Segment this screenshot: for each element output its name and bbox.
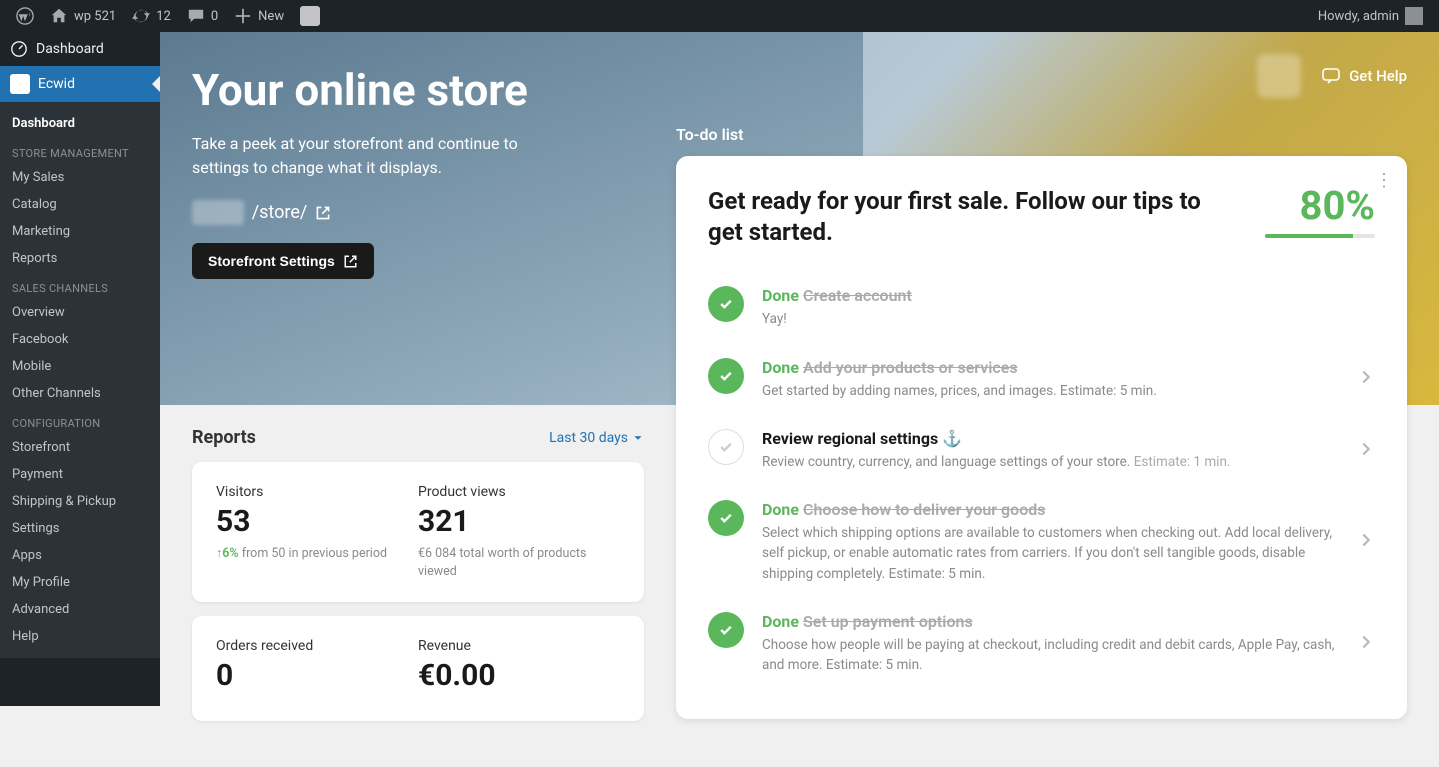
task-row[interactable]: Done Choose how to deliver your goods Sel… bbox=[708, 486, 1375, 598]
task-description: Select which shipping options are availa… bbox=[762, 523, 1339, 584]
reports-card-2[interactable]: Orders received 0 Revenue €0.00 bbox=[192, 616, 644, 721]
progress-bar bbox=[1265, 234, 1375, 238]
todo-heading: To-do list bbox=[676, 125, 1407, 144]
task-description: Get started by adding names, prices, and… bbox=[762, 381, 1339, 401]
task-description: Choose how people will be paying at chec… bbox=[762, 635, 1339, 676]
sidebar-item-dashboard[interactable]: Dashboard bbox=[0, 32, 160, 66]
check-icon bbox=[708, 429, 744, 465]
sidebar-sub-overview[interactable]: Overview bbox=[0, 299, 160, 326]
chat-icon bbox=[1321, 66, 1341, 86]
ecwid-adminbar-icon[interactable]: 🛍 bbox=[292, 0, 328, 32]
revenue-value: €0.00 bbox=[418, 658, 620, 693]
sidebar-sub-facebook[interactable]: Facebook bbox=[0, 326, 160, 353]
wp-adminbar: wp 521 12 0 New 🛍 Howdy, admin bbox=[0, 0, 1439, 32]
task-row[interactable]: Done Create account Yay! bbox=[708, 272, 1375, 343]
howdy-account[interactable]: Howdy, admin bbox=[1310, 0, 1431, 32]
admin-sidebar: Dashboard 🛍Ecwid Dashboard STORE MANAGEM… bbox=[0, 32, 160, 706]
sidebar-sub-my-sales[interactable]: My Sales bbox=[0, 164, 160, 191]
task-title: Done Create account bbox=[762, 286, 1375, 305]
todo-title: Get ready for your first sale. Follow ou… bbox=[708, 186, 1228, 248]
reports-card-1[interactable]: Visitors 53 ↑6% from 50 in previous peri… bbox=[192, 462, 644, 602]
task-row[interactable]: Review regional settings ⚓ Review country… bbox=[708, 415, 1375, 486]
check-icon bbox=[708, 358, 744, 394]
orders-label: Orders received bbox=[216, 638, 418, 654]
task-row[interactable]: Done Add your products or services Get st… bbox=[708, 344, 1375, 415]
external-link-icon bbox=[315, 205, 331, 221]
sidebar-sub-shipping[interactable]: Shipping & Pickup bbox=[0, 488, 160, 515]
sidebar-sub-advanced[interactable]: Advanced bbox=[0, 596, 160, 623]
orders-value: 0 bbox=[216, 658, 418, 693]
chevron-right-icon bbox=[1357, 368, 1375, 390]
revenue-label: Revenue bbox=[418, 638, 620, 654]
task-title: Review regional settings ⚓ bbox=[762, 429, 1339, 448]
sidebar-sub-apps[interactable]: Apps bbox=[0, 542, 160, 569]
sidebar-heading-config: CONFIGURATION bbox=[0, 407, 160, 434]
url-domain-blur bbox=[192, 200, 244, 225]
get-help-link[interactable]: Get Help bbox=[1321, 66, 1407, 86]
visitors-value: 53 bbox=[216, 504, 418, 539]
sidebar-sub-settings[interactable]: Settings bbox=[0, 515, 160, 542]
page-subtitle: Take a peek at your storefront and conti… bbox=[192, 132, 572, 180]
sidebar-sub-dashboard[interactable]: Dashboard bbox=[0, 110, 160, 137]
sidebar-item-ecwid[interactable]: 🛍Ecwid bbox=[0, 66, 160, 102]
task-row[interactable]: Done Set up payment options Choose how pe… bbox=[708, 598, 1375, 690]
external-link-icon bbox=[343, 254, 358, 269]
task-title: Done Set up payment options bbox=[762, 612, 1339, 631]
task-description: Review country, currency, and language s… bbox=[762, 452, 1339, 472]
sidebar-sub-help[interactable]: Help bbox=[0, 623, 160, 650]
sidebar-sub-storefront[interactable]: Storefront bbox=[0, 434, 160, 461]
more-menu-icon[interactable]: ⋮ bbox=[1375, 170, 1393, 191]
views-note: €6 084 total worth of products viewed bbox=[418, 545, 620, 580]
date-range-dropdown[interactable]: Last 30 days bbox=[549, 430, 644, 446]
check-icon bbox=[708, 612, 744, 648]
sidebar-sub-mobile[interactable]: Mobile bbox=[0, 353, 160, 380]
todo-card: ⋮ Get ready for your first sale. Follow … bbox=[676, 156, 1407, 719]
task-title: Done Add your products or services bbox=[762, 358, 1339, 377]
progress-percent: 80% bbox=[1265, 186, 1375, 226]
check-icon bbox=[708, 286, 744, 322]
reports-heading: Reports bbox=[192, 427, 256, 448]
page-title: Your online store bbox=[192, 64, 1407, 116]
sidebar-sub-my-profile[interactable]: My Profile bbox=[0, 569, 160, 596]
updates[interactable]: 12 bbox=[124, 0, 179, 32]
avatar bbox=[1405, 7, 1423, 25]
views-value: 321 bbox=[418, 504, 620, 539]
sidebar-sub-reports[interactable]: Reports bbox=[0, 245, 160, 272]
site-home[interactable]: wp 521 bbox=[42, 0, 124, 32]
chevron-right-icon bbox=[1357, 440, 1375, 462]
apps-widget[interactable] bbox=[1257, 54, 1301, 98]
storefront-settings-button[interactable]: Storefront Settings bbox=[192, 243, 374, 279]
sidebar-sub-catalog[interactable]: Catalog bbox=[0, 191, 160, 218]
sidebar-sub-payment[interactable]: Payment bbox=[0, 461, 160, 488]
sidebar-sub-marketing[interactable]: Marketing bbox=[0, 218, 160, 245]
sidebar-heading-channels: SALES CHANNELS bbox=[0, 272, 160, 299]
sidebar-sub-other-channels[interactable]: Other Channels bbox=[0, 380, 160, 407]
chevron-down-icon bbox=[632, 432, 644, 444]
main-content: Get Help Your online store Take a peek a… bbox=[160, 32, 1439, 767]
comments[interactable]: 0 bbox=[179, 0, 226, 32]
task-title: Done Choose how to deliver your goods bbox=[762, 500, 1339, 519]
chevron-right-icon bbox=[1357, 633, 1375, 655]
task-description: Yay! bbox=[762, 309, 1375, 329]
chevron-right-icon bbox=[1357, 531, 1375, 553]
visitors-note: ↑6% from 50 in previous period bbox=[216, 545, 418, 563]
wp-logo[interactable] bbox=[8, 0, 42, 32]
views-label: Product views bbox=[418, 484, 620, 500]
new-content[interactable]: New bbox=[226, 0, 292, 32]
check-icon bbox=[708, 500, 744, 536]
sidebar-heading-store: STORE MANAGEMENT bbox=[0, 137, 160, 164]
visitors-label: Visitors bbox=[216, 484, 418, 500]
